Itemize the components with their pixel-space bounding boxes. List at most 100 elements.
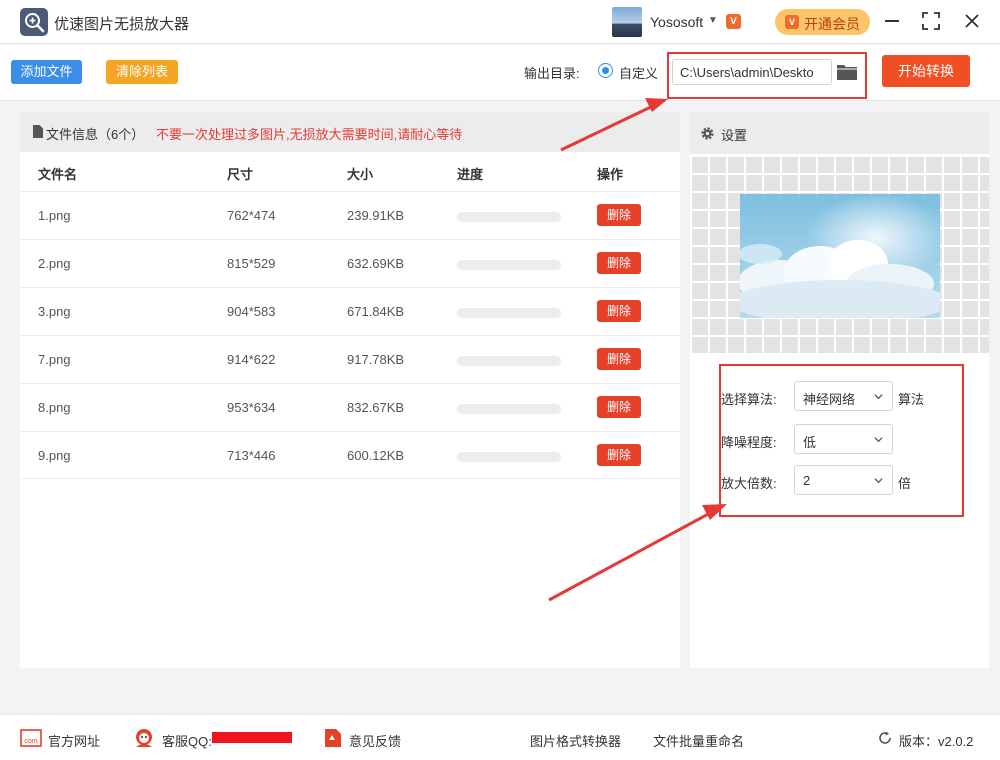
file-name: 7.png [38, 352, 71, 367]
file-dims: 914*622 [227, 352, 276, 367]
qq-label: 客服QQ: [162, 734, 212, 749]
qq-icon [136, 729, 152, 747]
table-row[interactable]: 8.png 953*634 832.67KB 删除 [20, 383, 680, 431]
delete-button[interactable]: 删除 [597, 300, 641, 322]
settings-title: 设置 [721, 128, 748, 143]
algorithm-suffix: 算法 [898, 392, 925, 407]
progress-bar [457, 356, 561, 366]
maximize-icon[interactable] [922, 12, 940, 30]
footer: com 官方网址 客服QQ: 意见反馈 图片格式转换器 文件批量重命名 版本：v… [0, 714, 1000, 760]
scale-select-value: 2 [803, 473, 811, 488]
output-dir-label: 输出目录: [524, 66, 580, 81]
scale-suffix: 倍 [898, 476, 912, 491]
table-row[interactable]: 2.png 815*529 632.69KB 删除 [20, 239, 680, 287]
file-name: 1.png [38, 208, 71, 223]
feedback-link[interactable]: 意见反馈 [349, 731, 401, 750]
delete-button[interactable]: 删除 [597, 252, 641, 274]
svg-text:com: com [24, 738, 37, 745]
denoise-select[interactable]: 低 [794, 424, 893, 454]
avatar[interactable] [612, 7, 642, 37]
file-size: 671.84KB [347, 304, 405, 319]
app-logo-icon [20, 8, 48, 36]
clear-list-button[interactable]: 清除列表 [106, 60, 178, 84]
settings-header: 设置 [690, 112, 989, 154]
delete-button[interactable]: 删除 [597, 204, 641, 226]
file-info-title: 文件信息（6个） [46, 127, 145, 142]
version-label: 版本：v2.0.2 [899, 734, 974, 749]
custom-dir-radio[interactable] [598, 63, 613, 78]
table-row[interactable]: 3.png 904*583 671.84KB 删除 [20, 287, 680, 335]
file-dims: 815*529 [227, 256, 276, 271]
minimize-icon[interactable] [885, 20, 899, 22]
title-bar: 优速图片无损放大器 Yososoft ▼ V V 开通会员 [0, 0, 1000, 44]
gear-icon [701, 127, 714, 140]
format-converter-link[interactable]: 图片格式转换器 [530, 731, 621, 750]
file-table-body: 1.png 762*474 239.91KB 删除 2.png 815*529 … [20, 191, 680, 479]
column-header-action: 操作 [597, 167, 624, 182]
preview-area [690, 155, 989, 355]
file-name: 9.png [38, 448, 71, 463]
table-row[interactable]: 1.png 762*474 239.91KB 删除 [20, 191, 680, 239]
file-dims: 762*474 [227, 208, 276, 223]
scale-select[interactable]: 2 [794, 465, 893, 495]
username[interactable]: Yososoft [650, 14, 703, 30]
custom-dir-radio-label[interactable]: 自定义 [619, 63, 658, 82]
file-name: 3.png [38, 304, 71, 319]
vip-button-label: 开通会员 [804, 16, 860, 32]
denoise-select-value: 低 [803, 435, 817, 450]
file-size: 832.67KB [347, 400, 405, 415]
vip-icon: V [726, 14, 741, 29]
file-size: 917.78KB [347, 352, 405, 367]
chevron-down-icon [874, 478, 883, 484]
feedback-icon[interactable] [324, 728, 342, 748]
delete-button[interactable]: 删除 [597, 348, 641, 370]
delete-button[interactable]: 删除 [597, 444, 641, 466]
column-header-progress: 进度 [457, 167, 484, 182]
chevron-down-icon [874, 394, 883, 400]
file-info-warning: 不要一次处理过多图片,无损放大需要时间,请耐心等待 [156, 127, 463, 142]
denoise-label: 降噪程度: [721, 435, 777, 450]
qq-number-redacted [212, 732, 292, 743]
output-path-input[interactable] [672, 59, 832, 85]
file-name: 8.png [38, 400, 71, 415]
preview-image [740, 194, 940, 318]
file-size: 632.69KB [347, 256, 405, 271]
progress-bar [457, 212, 561, 222]
document-icon [33, 125, 43, 138]
column-header-size: 大小 [347, 167, 374, 182]
app-title: 优速图片无损放大器 [54, 16, 190, 33]
progress-bar [457, 404, 561, 414]
file-panel: 文件信息（6个） 不要一次处理过多图片,无损放大需要时间,请耐心等待 文件名 尺… [20, 112, 680, 668]
scale-label: 放大倍数: [721, 476, 777, 491]
start-convert-button[interactable]: 开始转换 [882, 55, 970, 87]
file-size: 239.91KB [347, 208, 405, 223]
file-dims: 713*446 [227, 448, 276, 463]
delete-button[interactable]: 删除 [597, 396, 641, 418]
folder-icon[interactable] [836, 63, 858, 81]
algorithm-select-value: 神经网络 [803, 392, 856, 407]
refresh-icon[interactable] [877, 730, 893, 746]
file-dims: 953*634 [227, 400, 276, 415]
progress-bar [457, 452, 561, 462]
website-link[interactable]: 官方网址 [48, 731, 100, 750]
chevron-down-icon[interactable]: ▼ [708, 15, 718, 26]
column-header-dims: 尺寸 [227, 167, 254, 182]
add-file-button[interactable]: 添加文件 [11, 60, 82, 84]
website-icon[interactable]: com [20, 729, 42, 747]
close-icon[interactable] [962, 11, 982, 31]
vip-icon: V [785, 15, 799, 29]
column-header-name: 文件名 [38, 167, 78, 182]
file-size: 600.12KB [347, 448, 405, 463]
progress-bar [457, 260, 561, 270]
chevron-down-icon [874, 437, 883, 443]
table-row[interactable]: 7.png 914*622 917.78KB 删除 [20, 335, 680, 383]
table-row[interactable]: 9.png 713*446 600.12KB 删除 [20, 431, 680, 479]
batch-rename-link[interactable]: 文件批量重命名 [653, 731, 744, 750]
file-name: 2.png [38, 256, 71, 271]
file-info-header: 文件信息（6个） 不要一次处理过多图片,无损放大需要时间,请耐心等待 [20, 112, 680, 152]
file-dims: 904*583 [227, 304, 276, 319]
algorithm-label: 选择算法: [721, 392, 777, 407]
progress-bar [457, 308, 561, 318]
vip-button[interactable]: V 开通会员 [775, 9, 870, 35]
algorithm-select[interactable]: 神经网络 [794, 381, 893, 411]
